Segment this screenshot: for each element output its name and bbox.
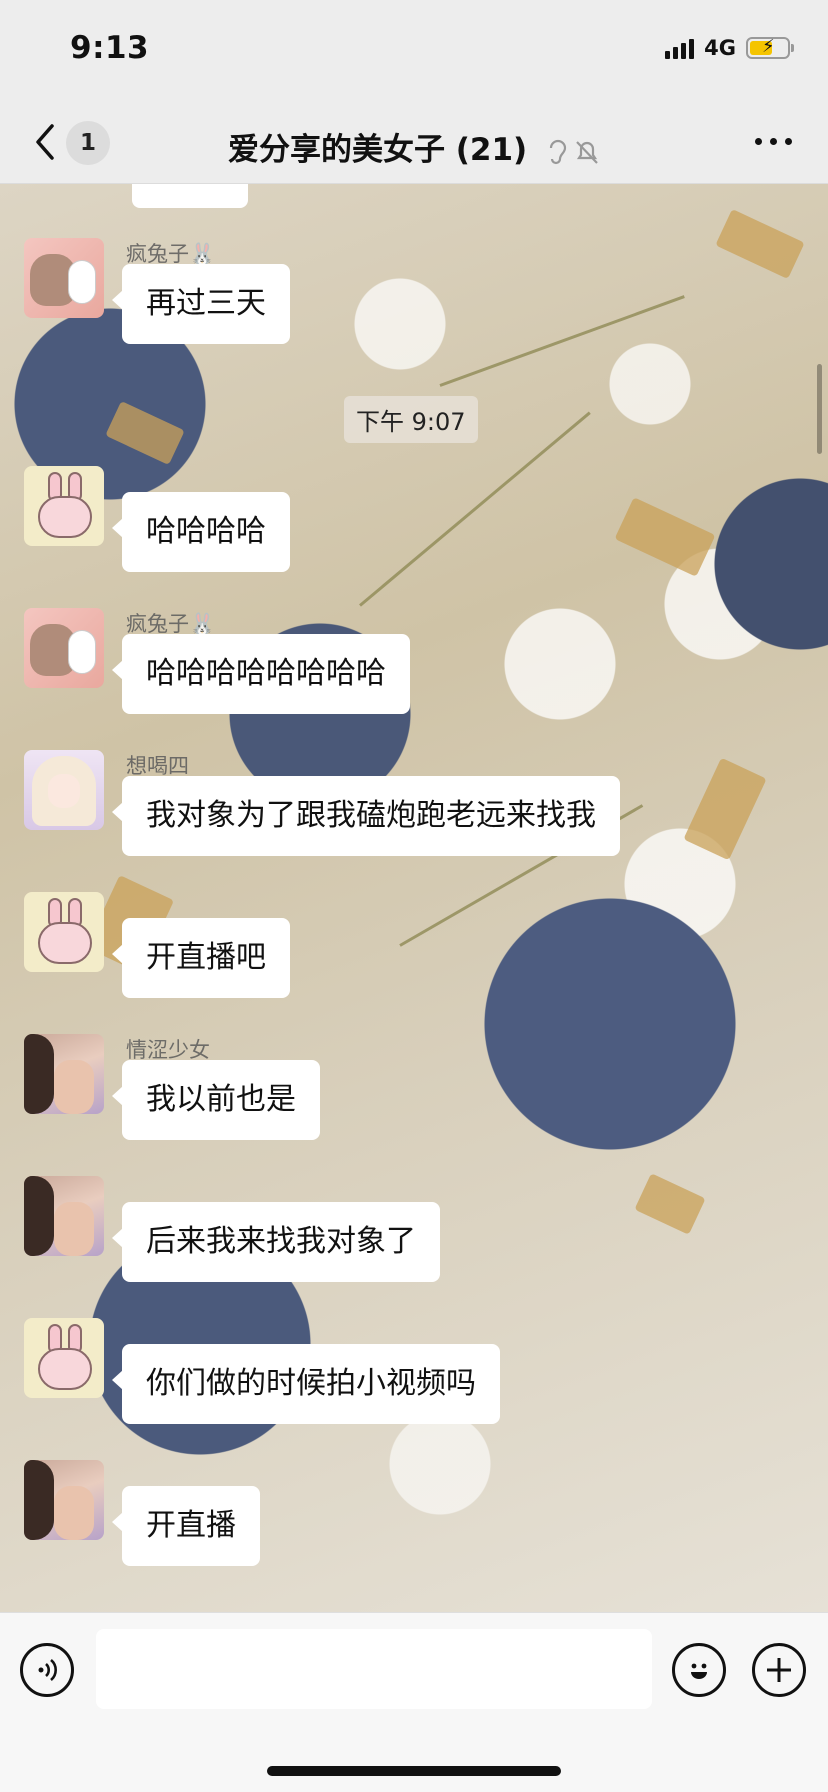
message-bubble[interactable]: 哈哈哈哈 [112, 492, 290, 572]
sender-name: 情涩少女 [126, 1038, 210, 1062]
voice-button[interactable] [20, 1643, 74, 1697]
more-functions-button[interactable] [752, 1643, 806, 1697]
message-row: 情涩少女 我以前也是 [24, 1034, 320, 1140]
earpiece-icon [549, 139, 567, 164]
status-time: 9:13 [70, 30, 150, 66]
message-row: 后来我来找我对象了 [24, 1176, 440, 1282]
avatar[interactable] [24, 892, 104, 972]
scrollbar[interactable] [817, 364, 822, 454]
chat-title-text: 爱分享的美女子 (21) [227, 132, 528, 168]
avatar[interactable] [24, 1034, 104, 1114]
avatar[interactable] [24, 608, 104, 688]
avatar[interactable] [24, 1318, 104, 1398]
avatar[interactable] [24, 466, 104, 546]
emoji-button[interactable] [672, 1643, 726, 1697]
avatar[interactable] [24, 238, 104, 318]
partial-message-bubble [132, 184, 248, 208]
sender-name [126, 1176, 440, 1202]
message-bubble[interactable]: 我对象为了跟我磕炮跑老远来找我 [112, 776, 620, 856]
message-bubble[interactable]: 哈哈哈哈哈哈哈哈 [112, 634, 410, 714]
sender-name [126, 1318, 500, 1344]
sender-name [126, 892, 290, 918]
sender-name: 疯兔子🐰 [126, 612, 216, 636]
chat-area[interactable]: 下午 9:07 疯兔子🐰 再过三天 哈哈哈哈 疯兔子🐰 哈哈哈哈哈哈哈哈 想喝四… [0, 184, 828, 1612]
message-bubble[interactable]: 开直播吧 [112, 918, 290, 998]
message-row: 开直播吧 [24, 892, 290, 998]
signal-icon [665, 37, 695, 59]
message-bubble[interactable]: 你们做的时候拍小视频吗 [112, 1344, 500, 1424]
avatar[interactable] [24, 750, 104, 830]
message-row: 想喝四 我对象为了跟我磕炮跑老远来找我 [24, 750, 620, 856]
timestamp-pill: 下午 9:07 [344, 396, 478, 443]
message-bubble[interactable]: 开直播 [112, 1486, 260, 1566]
gold-leaf-decoration [683, 757, 767, 861]
message-bubble[interactable]: 后来我来找我对象了 [112, 1202, 440, 1282]
voice-icon [38, 1659, 57, 1681]
message-row: 疯兔子🐰 再过三天 [24, 238, 290, 344]
battery-icon: ⚡ [746, 36, 794, 59]
gold-leaf-decoration [715, 208, 805, 280]
message-input[interactable] [96, 1629, 652, 1709]
message-bubble[interactable]: 我以前也是 [112, 1060, 320, 1140]
smiley-icon [691, 1663, 707, 1679]
input-bar [0, 1612, 828, 1792]
message-row: 哈哈哈哈 [24, 466, 290, 572]
more-icon[interactable] [755, 138, 792, 145]
plus-icon [767, 1658, 791, 1682]
gold-leaf-decoration [634, 1173, 706, 1235]
gold-leaf-decoration [614, 497, 716, 577]
chat-title: 爱分享的美女子 (21) [0, 124, 828, 169]
network-type: 4G [704, 36, 736, 60]
gold-leaf-decoration [105, 400, 185, 466]
message-bubble[interactable]: 再过三天 [112, 264, 290, 344]
sender-name [126, 466, 290, 492]
home-indicator[interactable] [267, 1766, 561, 1776]
stem-decoration [439, 295, 685, 387]
sender-name: 疯兔子🐰 [126, 242, 216, 266]
message-row: 你们做的时候拍小视频吗 [24, 1318, 500, 1424]
avatar[interactable] [24, 1176, 104, 1256]
chat-header: 1 爱分享的美女子 (21) [0, 100, 828, 184]
message-row: 疯兔子🐰 哈哈哈哈哈哈哈哈 [24, 608, 410, 714]
status-bar: 9:13 4G ⚡ [0, 0, 828, 100]
status-indicators: 4G ⚡ [665, 36, 794, 60]
avatar[interactable] [24, 1460, 104, 1540]
message-row: 开直播 [24, 1460, 260, 1566]
sender-name: 想喝四 [126, 754, 189, 778]
sender-name [126, 1460, 260, 1486]
mute-bell-icon [576, 140, 598, 164]
